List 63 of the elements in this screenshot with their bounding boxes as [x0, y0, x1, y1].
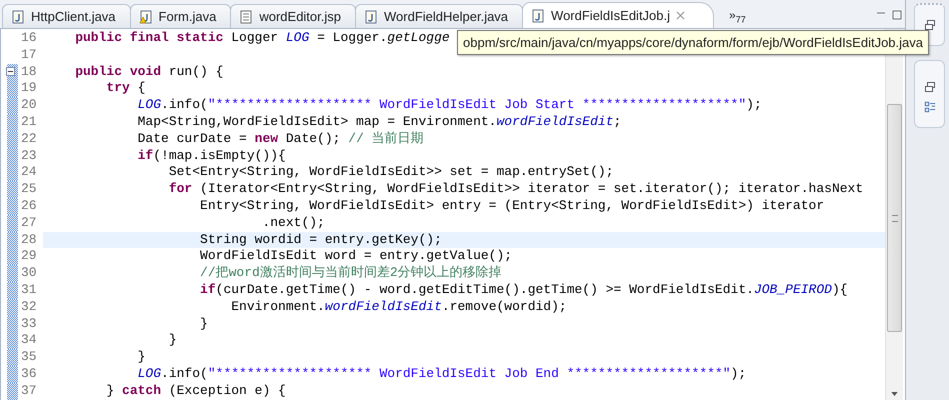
code-line: } [168, 332, 177, 350]
code-line: .next(); [261, 214, 325, 232]
restore-icon[interactable] [924, 81, 936, 93]
code-line: //把word激活时间与当前时间差2分钟以上的移除掉 [199, 265, 502, 282]
code-line: Entry<String, WordFieldIsEdit> entry = (Entry<String, WordFieldIsEdit>) iterator [199, 198, 824, 215]
line-number: 23 [20, 148, 38, 164]
java-file-icon [364, 10, 378, 24]
line-number: 37 [20, 382, 38, 400]
collapse-icon[interactable] [6, 67, 15, 76]
code-line: if(curDate.getTime() - word.getEditTime().getTime() >= WordFieldIsEdit.JOB_PEIROD){ [199, 282, 848, 299]
close-icon[interactable] [676, 11, 686, 20]
line-number: 33 [20, 316, 38, 332]
code-line: Set<Entry<String, WordFieldIsEdit>> set = map.entrySet(); [168, 164, 614, 182]
line-number: 32 [20, 298, 38, 316]
down-arrow-icon[interactable] [891, 392, 898, 396]
line-number: 21 [20, 114, 38, 131]
code-line: try { [105, 80, 146, 98]
more-tabs-button[interactable]: »$_{77}$ [713, 4, 746, 28]
line-number: 35 [20, 349, 38, 366]
line-number: 20 [20, 97, 38, 114]
java-file-warning-icon [138, 10, 153, 24]
code-line: Date curDate = new Date(); // 当前日期 [136, 130, 424, 148]
editor-tab[interactable]: HttpClient.java [2, 4, 131, 28]
line-number: 17 [20, 46, 38, 64]
java-file-icon [531, 8, 546, 22]
document-icon [239, 10, 254, 24]
code-line: } [136, 349, 146, 366]
line-number: 34 [20, 332, 38, 350]
code-line: for (Iterator<Entry<String, WordFieldIsEdit>> iterator = set.iterator(); iterator.hasNext [168, 181, 864, 198]
editor-tab[interactable]: wordEditor.jsp [230, 4, 356, 28]
maximize-icon[interactable] [892, 10, 902, 20]
code-line: } catch (Exception e) { [105, 382, 286, 400]
code-line: Map<String,WordFieldIsEdit> map = Environment.wordFieldIsEdit; [136, 114, 622, 131]
line-number: 36 [20, 366, 38, 383]
editor-tab[interactable]: Form.java [130, 4, 232, 28]
code-line: if(!map.isEmpty()){ [136, 148, 286, 164]
line-number: 26 [20, 198, 38, 215]
code-line: LOG.info("******************** WordFieldIsEdit Job End ********************"); [136, 366, 746, 383]
outline-icon[interactable] [924, 101, 936, 113]
code-line: LOG.info("******************** WordFieldIsEdit Job Start ********************"); [136, 97, 762, 114]
line-number: 29 [20, 248, 38, 266]
editor-tab[interactable]: WordFieldIsEditJob.j [522, 2, 714, 28]
line-number: 27 [20, 214, 38, 232]
code-line: WordFieldIsEdit word = entry.getValue(); [199, 248, 512, 265]
line-number: 30 [20, 265, 38, 282]
code-line: public final static Logger LOG = Logger.getLogge [74, 30, 450, 47]
line-number: 31 [20, 282, 38, 299]
java-file-icon [11, 10, 25, 24]
line-number: 18 [20, 64, 38, 80]
code-line: Environment.wordFieldIsEdit.remove(wordid); [230, 298, 567, 316]
line-number: 28 [20, 232, 38, 248]
editor-tab[interactable]: WordFieldHelper.java [355, 4, 524, 28]
code-line: public void run() { [74, 64, 224, 80]
line-number: 16 [20, 30, 38, 47]
code-line: } [199, 316, 208, 332]
restore-icon[interactable] [924, 19, 936, 31]
code-line: String wordid = entry.getKey(); [199, 232, 442, 248]
line-number: 24 [20, 164, 38, 182]
line-number: 22 [20, 130, 38, 148]
file-path-tooltip: obpm/src/main/java/cn/myapps/core/dynaform/form/ejb/WordFieldIsEditJob.java [457, 30, 930, 55]
scrollbar-thumb[interactable] [887, 104, 902, 332]
line-number: 19 [20, 80, 38, 98]
line-number: 25 [20, 181, 38, 198]
